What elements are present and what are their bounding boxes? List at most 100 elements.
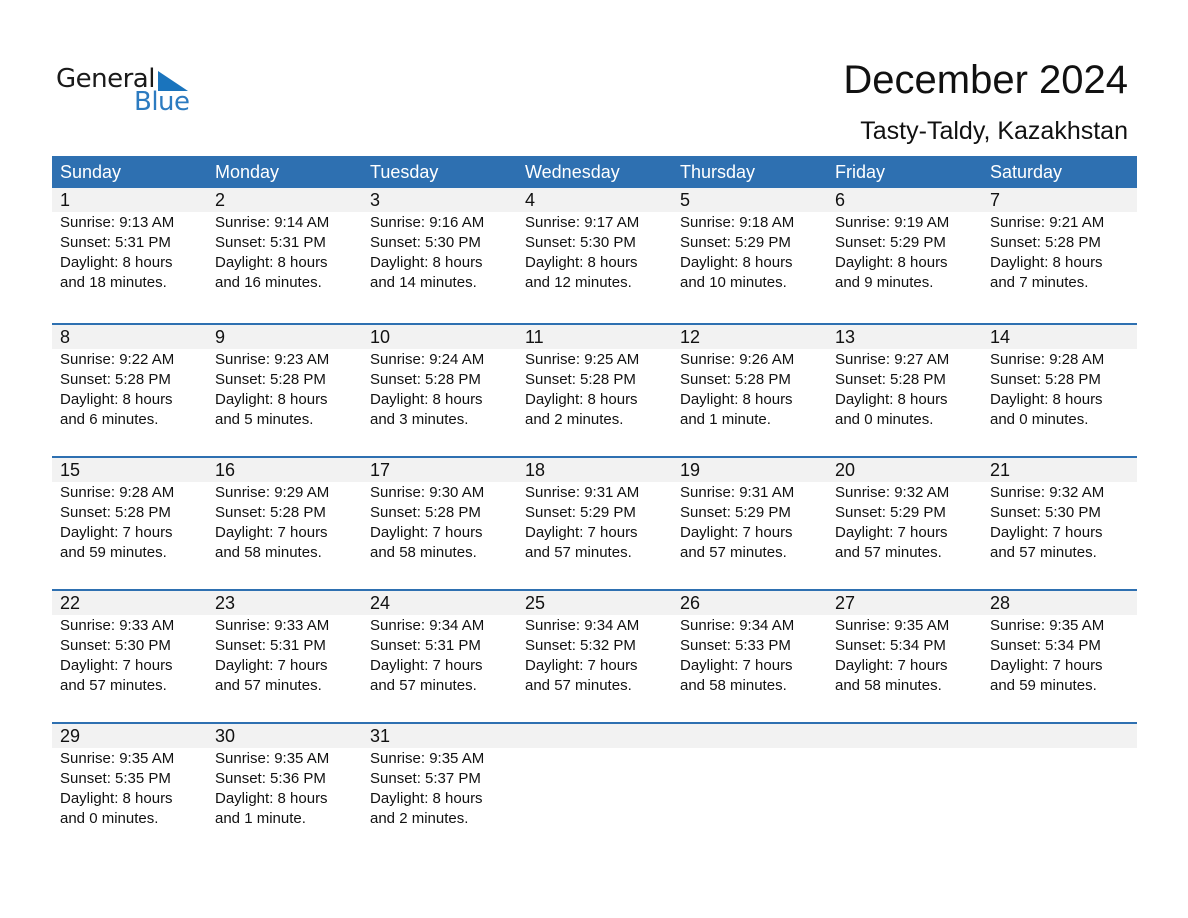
daylight-text (680, 809, 827, 829)
day-cell: Sunrise: 9:31 AM Sunset: 5:29 PM Daylight:… (672, 482, 827, 563)
sunrise-text: Sunrise: 9:35 AM (990, 617, 1105, 634)
sunset-text: Sunset: 5:28 PM (370, 504, 481, 521)
daylight-text: and 57 minutes. (680, 544, 787, 561)
daylight-text (525, 789, 672, 809)
daylight-text: and 16 minutes. (215, 274, 322, 291)
daylight-text: Daylight: 7 hours (990, 524, 1103, 541)
day-number: 26 (680, 593, 701, 613)
sunset-text: Sunset: 5:32 PM (525, 637, 636, 654)
daylight-text: and 18 minutes. (60, 274, 167, 291)
sunrise-text (680, 749, 827, 769)
daylight-text: and 59 minutes. (990, 677, 1097, 694)
daylight-text: and 57 minutes. (215, 677, 322, 694)
weekday-header-row: Sunday Monday Tuesday Wednesday Thursday… (52, 156, 1137, 188)
daylight-text: and 58 minutes. (215, 544, 322, 561)
day-number: 16 (215, 460, 236, 480)
daylight-text: Daylight: 8 hours (835, 391, 948, 408)
day-cell: Sunrise: 9:34 AM Sunset: 5:32 PM Daylight:… (517, 615, 672, 696)
day-cell: Sunrise: 9:18 AM Sunset: 5:29 PM Daylight:… (672, 212, 827, 293)
day-cell: Sunrise: 9:33 AM Sunset: 5:31 PM Daylight:… (207, 615, 362, 696)
sunset-text (525, 769, 672, 789)
sunrise-text: Sunrise: 9:19 AM (835, 214, 950, 231)
sunset-text: Sunset: 5:34 PM (990, 637, 1101, 654)
day-number: 29 (60, 726, 81, 746)
sunset-text: Sunset: 5:28 PM (215, 371, 326, 388)
daylight-text: and 9 minutes. (835, 274, 934, 291)
daylight-text: Daylight: 7 hours (990, 657, 1103, 674)
weeks-container: 1 2 3 4 5 6 7 Sunrise: 9:13 AM Sunset: 5:31 PM Da… (52, 188, 1137, 855)
day-cell: Sunrise: 9:34 AM Sunset: 5:33 PM Daylight:… (672, 615, 827, 696)
sunrise-text: Sunrise: 9:35 AM (835, 617, 950, 634)
day-info-row: Sunrise: 9:33 AM Sunset: 5:30 PM Daylight:… (52, 615, 1137, 696)
sunrise-text: Sunrise: 9:34 AM (525, 617, 640, 634)
day-number-row: 15 16 17 18 19 20 21 (52, 458, 1137, 482)
day-number (827, 724, 982, 748)
daylight-text: Daylight: 7 hours (525, 524, 638, 541)
day-number: 18 (525, 460, 546, 480)
day-number: 27 (835, 593, 856, 613)
day-cell (982, 748, 1137, 829)
day-number (517, 724, 672, 748)
weekday-header: Tuesday (370, 162, 439, 182)
day-cell (672, 748, 827, 829)
day-number: 5 (680, 190, 691, 210)
sunset-text: Sunset: 5:28 PM (680, 371, 791, 388)
day-info-row: Sunrise: 9:13 AM Sunset: 5:31 PM Daylight:… (52, 212, 1137, 293)
logo-text-blue: Blue (134, 87, 190, 117)
daylight-text (525, 809, 672, 829)
day-number: 12 (680, 327, 701, 347)
day-number-row: 1 2 3 4 5 6 7 (52, 188, 1137, 212)
daylight-text: and 1 minute. (680, 411, 771, 428)
sunrise-text: Sunrise: 9:30 AM (370, 484, 485, 501)
daylight-text: and 57 minutes. (525, 677, 632, 694)
week-row: 8 9 10 11 12 13 14 Sunrise: 9:22 AM Sunset: 5:28… (52, 323, 1137, 456)
sunset-text: Sunset: 5:31 PM (370, 637, 481, 654)
sunset-text (680, 769, 827, 789)
daylight-text: and 58 minutes. (835, 677, 942, 694)
day-number: 25 (525, 593, 546, 613)
sunset-text: Sunset: 5:28 PM (370, 371, 481, 388)
day-number: 28 (990, 593, 1011, 613)
day-number-row: 22 23 24 25 26 27 28 (52, 591, 1137, 615)
sunrise-text: Sunrise: 9:22 AM (60, 351, 175, 368)
daylight-text: Daylight: 7 hours (835, 524, 948, 541)
location-subtitle: Tasty-Taldy, Kazakhstan (860, 117, 1128, 145)
day-cell (827, 748, 982, 829)
sunrise-text: Sunrise: 9:23 AM (215, 351, 330, 368)
day-cell: Sunrise: 9:31 AM Sunset: 5:29 PM Daylight:… (517, 482, 672, 563)
daylight-text: Daylight: 7 hours (215, 657, 328, 674)
sunset-text: Sunset: 5:30 PM (60, 637, 171, 654)
day-cell: Sunrise: 9:34 AM Sunset: 5:31 PM Daylight:… (362, 615, 517, 696)
day-info-row: Sunrise: 9:35 AM Sunset: 5:35 PM Daylight:… (52, 748, 1137, 829)
sunset-text: Sunset: 5:31 PM (60, 234, 171, 251)
day-number: 21 (990, 460, 1011, 480)
day-cell: Sunrise: 9:35 AM Sunset: 5:37 PM Daylight:… (362, 748, 517, 829)
sunrise-text: Sunrise: 9:26 AM (680, 351, 795, 368)
weekday-header: Monday (215, 162, 280, 182)
daylight-text: Daylight: 8 hours (215, 790, 328, 807)
day-number: 6 (835, 190, 846, 210)
weekday-header: Wednesday (525, 162, 620, 182)
sunset-text: Sunset: 5:36 PM (215, 770, 326, 787)
page-title: December 2024 (843, 58, 1128, 102)
day-number: 20 (835, 460, 856, 480)
sunset-text: Sunset: 5:28 PM (990, 371, 1101, 388)
daylight-text: Daylight: 8 hours (60, 790, 173, 807)
weekday-header: Thursday (680, 162, 756, 182)
day-number: 1 (60, 190, 71, 210)
day-number: 15 (60, 460, 81, 480)
day-cell: Sunrise: 9:25 AM Sunset: 5:28 PM Daylight:… (517, 349, 672, 430)
daylight-text: and 0 minutes. (60, 810, 159, 827)
day-cell: Sunrise: 9:17 AM Sunset: 5:30 PM Daylight:… (517, 212, 672, 293)
day-number: 17 (370, 460, 391, 480)
day-number: 4 (525, 190, 536, 210)
day-cell: Sunrise: 9:30 AM Sunset: 5:28 PM Daylight:… (362, 482, 517, 563)
sunset-text: Sunset: 5:28 PM (60, 371, 171, 388)
day-cell: Sunrise: 9:35 AM Sunset: 5:34 PM Daylight:… (827, 615, 982, 696)
day-info-row: Sunrise: 9:28 AM Sunset: 5:28 PM Daylight:… (52, 482, 1137, 563)
sunset-text: Sunset: 5:29 PM (680, 234, 791, 251)
daylight-text: and 2 minutes. (525, 411, 624, 428)
daylight-text: and 12 minutes. (525, 274, 632, 291)
daylight-text: Daylight: 8 hours (525, 254, 638, 271)
daylight-text: and 57 minutes. (990, 544, 1097, 561)
